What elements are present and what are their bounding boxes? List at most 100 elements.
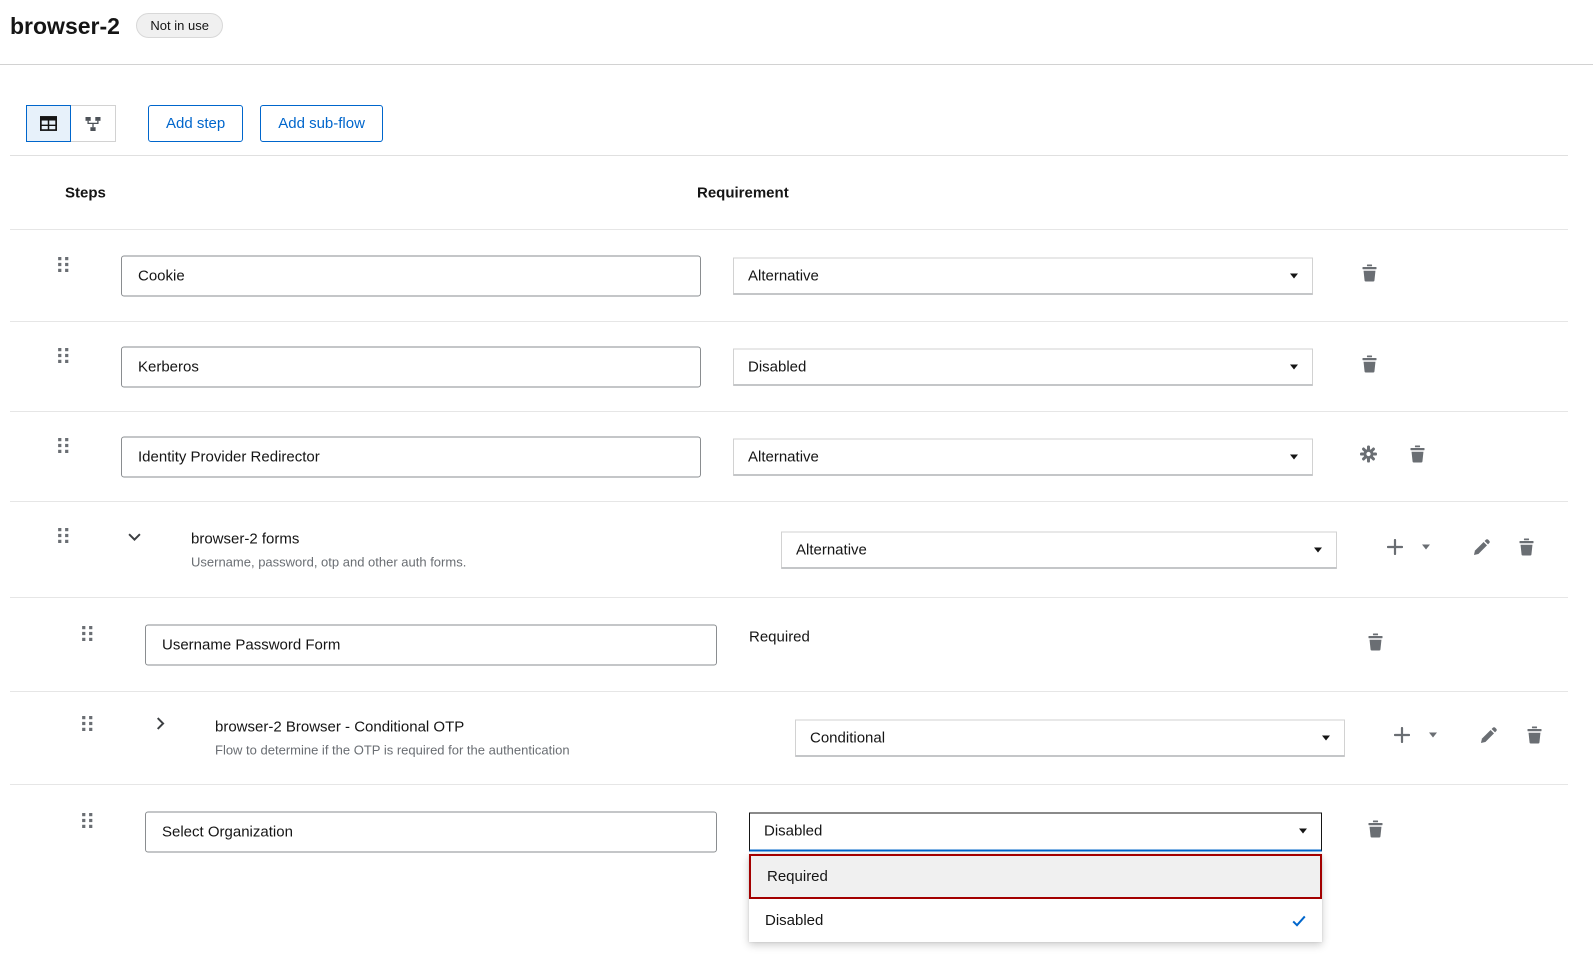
drag-handle[interactable] [58, 438, 69, 456]
add-step-to-flow-button[interactable] [1387, 539, 1403, 555]
chevron-right-icon [156, 718, 165, 733]
delete-button[interactable] [1362, 264, 1377, 281]
step-name-box[interactable]: Identity Provider Redirector [121, 436, 701, 477]
pencil-icon [1481, 731, 1497, 746]
trash-icon [1519, 543, 1534, 558]
view-toggle-group [26, 105, 116, 142]
plus-icon [1387, 543, 1403, 558]
delete-button[interactable] [1368, 633, 1383, 650]
caret-down-icon [1429, 732, 1437, 738]
requirement-value: Alternative [748, 267, 819, 284]
requirement-value: Alternative [796, 541, 867, 558]
step-name-box[interactable]: Cookie [121, 255, 701, 296]
steps-table: Steps Requirement Cookie Alternative Ker… [10, 155, 1568, 942]
caret-down-icon [1290, 454, 1298, 459]
drag-handle[interactable] [58, 257, 69, 275]
flow-usage-badge: Not in use [136, 13, 223, 38]
sub-flow-name: browser-2 forms [191, 530, 300, 547]
table-header-row: Steps Requirement [10, 156, 1568, 229]
drag-handle[interactable] [82, 813, 93, 831]
add-sub-flow-button[interactable]: Add sub-flow [260, 105, 383, 142]
trash-icon [1362, 269, 1377, 284]
sub-flow-title-block: browser-2 Browser - Conditional OTP Flow… [215, 719, 570, 758]
expand-toggle[interactable] [156, 717, 165, 733]
menu-option-required[interactable]: Required [749, 854, 1322, 899]
menu-option-label: Required [767, 868, 828, 885]
table-row-kerberos: Kerberos Disabled [10, 321, 1568, 411]
delete-button[interactable] [1410, 445, 1425, 462]
authentication-flow-page: browser-2 Not in use Add step Add sub-fl… [0, 0, 1593, 978]
requirement-select[interactable]: Alternative [781, 531, 1337, 568]
sub-flow-description: Username, password, otp and other auth f… [191, 554, 467, 569]
collapse-toggle[interactable] [128, 529, 141, 544]
column-header-steps: Steps [65, 184, 106, 201]
delete-button[interactable] [1362, 355, 1377, 372]
step-name: Identity Provider Redirector [138, 448, 320, 465]
table-row-select-organization: Select Organization Disabled Required Di… [10, 784, 1568, 942]
menu-option-label: Disabled [765, 912, 824, 929]
caret-down-icon [1422, 544, 1430, 549]
drag-handle[interactable] [58, 348, 69, 366]
requirement-select-open[interactable]: Disabled [749, 812, 1322, 851]
requirement-value: Alternative [748, 448, 819, 465]
add-step-to-flow-button[interactable] [1394, 727, 1410, 743]
add-options-caret-button[interactable] [1429, 732, 1437, 738]
requirement-select[interactable]: Alternative [733, 438, 1313, 475]
menu-option-disabled[interactable]: Disabled [749, 899, 1322, 942]
requirement-dropdown-menu: Required Disabled [749, 854, 1322, 942]
step-name: Cookie [138, 267, 185, 284]
chevron-down-icon [128, 529, 141, 544]
settings-button[interactable] [1360, 445, 1377, 462]
step-name: Select Organization [162, 823, 293, 840]
delete-button[interactable] [1519, 538, 1534, 555]
check-icon [1292, 915, 1306, 927]
sub-flow-description: Flow to determine if the OTP is required… [215, 742, 570, 758]
table-row-username-password-form: Username Password Form Required [10, 597, 1568, 691]
diagram-view-icon [85, 116, 101, 132]
requirement-select[interactable]: Conditional [795, 719, 1345, 757]
requirement-value: Disabled [764, 822, 823, 840]
requirement-select[interactable]: Disabled [733, 348, 1313, 385]
table-row-conditional-otp: browser-2 Browser - Conditional OTP Flow… [10, 691, 1568, 784]
table-view-toggle[interactable] [26, 105, 71, 142]
pencil-icon [1474, 543, 1490, 558]
trash-icon [1362, 360, 1377, 375]
column-header-requirement: Requirement [697, 184, 789, 201]
caret-down-icon [1299, 828, 1307, 834]
caret-down-icon [1322, 735, 1330, 741]
step-name: Username Password Form [162, 636, 341, 653]
table-row-browser-2-forms: browser-2 forms Username, password, otp … [10, 501, 1568, 597]
step-name-box[interactable]: Select Organization [145, 811, 717, 852]
requirement-value: Disabled [748, 358, 807, 375]
requirement-static-value: Required [749, 628, 810, 645]
add-options-caret-button[interactable] [1422, 544, 1430, 549]
drag-handle[interactable] [82, 716, 93, 734]
trash-icon [1368, 825, 1383, 840]
step-name-box[interactable]: Username Password Form [145, 624, 717, 665]
table-row-cookie: Cookie Alternative [10, 229, 1568, 321]
trash-icon [1527, 732, 1542, 747]
trash-icon [1368, 638, 1383, 653]
caret-down-icon [1314, 547, 1322, 552]
sub-flow-title-block: browser-2 forms Username, password, otp … [191, 530, 466, 569]
caret-down-icon [1290, 364, 1298, 369]
requirement-select[interactable]: Alternative [733, 257, 1313, 294]
add-step-button[interactable]: Add step [148, 105, 244, 142]
page-title: browser-2 [10, 13, 120, 39]
diagram-view-toggle[interactable] [71, 105, 116, 142]
drag-handle[interactable] [58, 528, 69, 546]
delete-button[interactable] [1368, 820, 1383, 837]
table-row-identity-provider-redirector: Identity Provider Redirector Alternative [10, 411, 1568, 501]
drag-handle[interactable] [82, 626, 93, 644]
plus-icon [1394, 731, 1410, 746]
toolbar: Add step Add sub-flow [0, 65, 1593, 155]
table-view-icon [40, 116, 57, 131]
edit-button[interactable] [1474, 539, 1490, 555]
page-header: browser-2 Not in use [0, 0, 1593, 65]
edit-button[interactable] [1481, 727, 1497, 743]
step-name: Kerberos [138, 358, 199, 375]
delete-button[interactable] [1527, 727, 1542, 744]
sub-flow-name: browser-2 Browser - Conditional OTP [215, 718, 465, 736]
trash-icon [1410, 450, 1425, 465]
step-name-box[interactable]: Kerberos [121, 346, 701, 387]
